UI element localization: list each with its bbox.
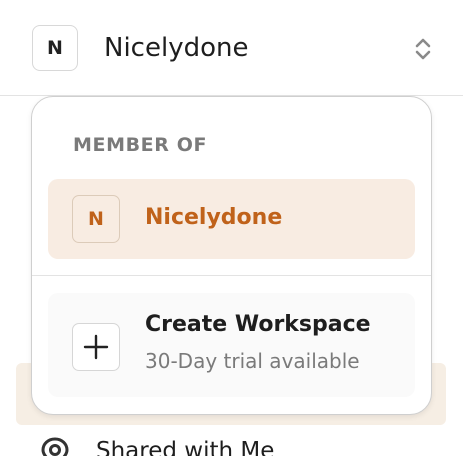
- create-workspace-subtitle: 30-Day trial available: [145, 349, 360, 373]
- create-workspace-title: Create Workspace: [145, 312, 371, 337]
- workspace-option-name: Nicelydone: [145, 205, 283, 230]
- location-pin-icon: [41, 437, 69, 456]
- plus-icon-box: [72, 323, 120, 371]
- workspace-dropdown: MEMBER OF N Nicelydone Create Workspace …: [31, 96, 432, 415]
- sidebar-item-shared-with-me[interactable]: Shared with Me: [38, 436, 274, 456]
- create-workspace-button[interactable]: Create Workspace 30-Day trial available: [48, 293, 415, 397]
- plus-icon: [83, 334, 109, 360]
- chevron-up-down-icon[interactable]: [412, 36, 434, 62]
- app-root: N Nicelydone Shared with Me MEMBER OF N …: [0, 0, 463, 456]
- workspace-option-nicelydone[interactable]: N Nicelydone: [48, 179, 415, 259]
- workspace-switcher[interactable]: N Nicelydone: [0, 0, 463, 96]
- section-title-member-of: MEMBER OF: [73, 134, 208, 156]
- workspace-name: Nicelydone: [104, 33, 249, 63]
- divider: [32, 275, 431, 276]
- workspace-avatar: N: [32, 25, 78, 71]
- sidebar-item-label: Shared with Me: [96, 438, 275, 456]
- workspace-option-avatar: N: [72, 195, 120, 243]
